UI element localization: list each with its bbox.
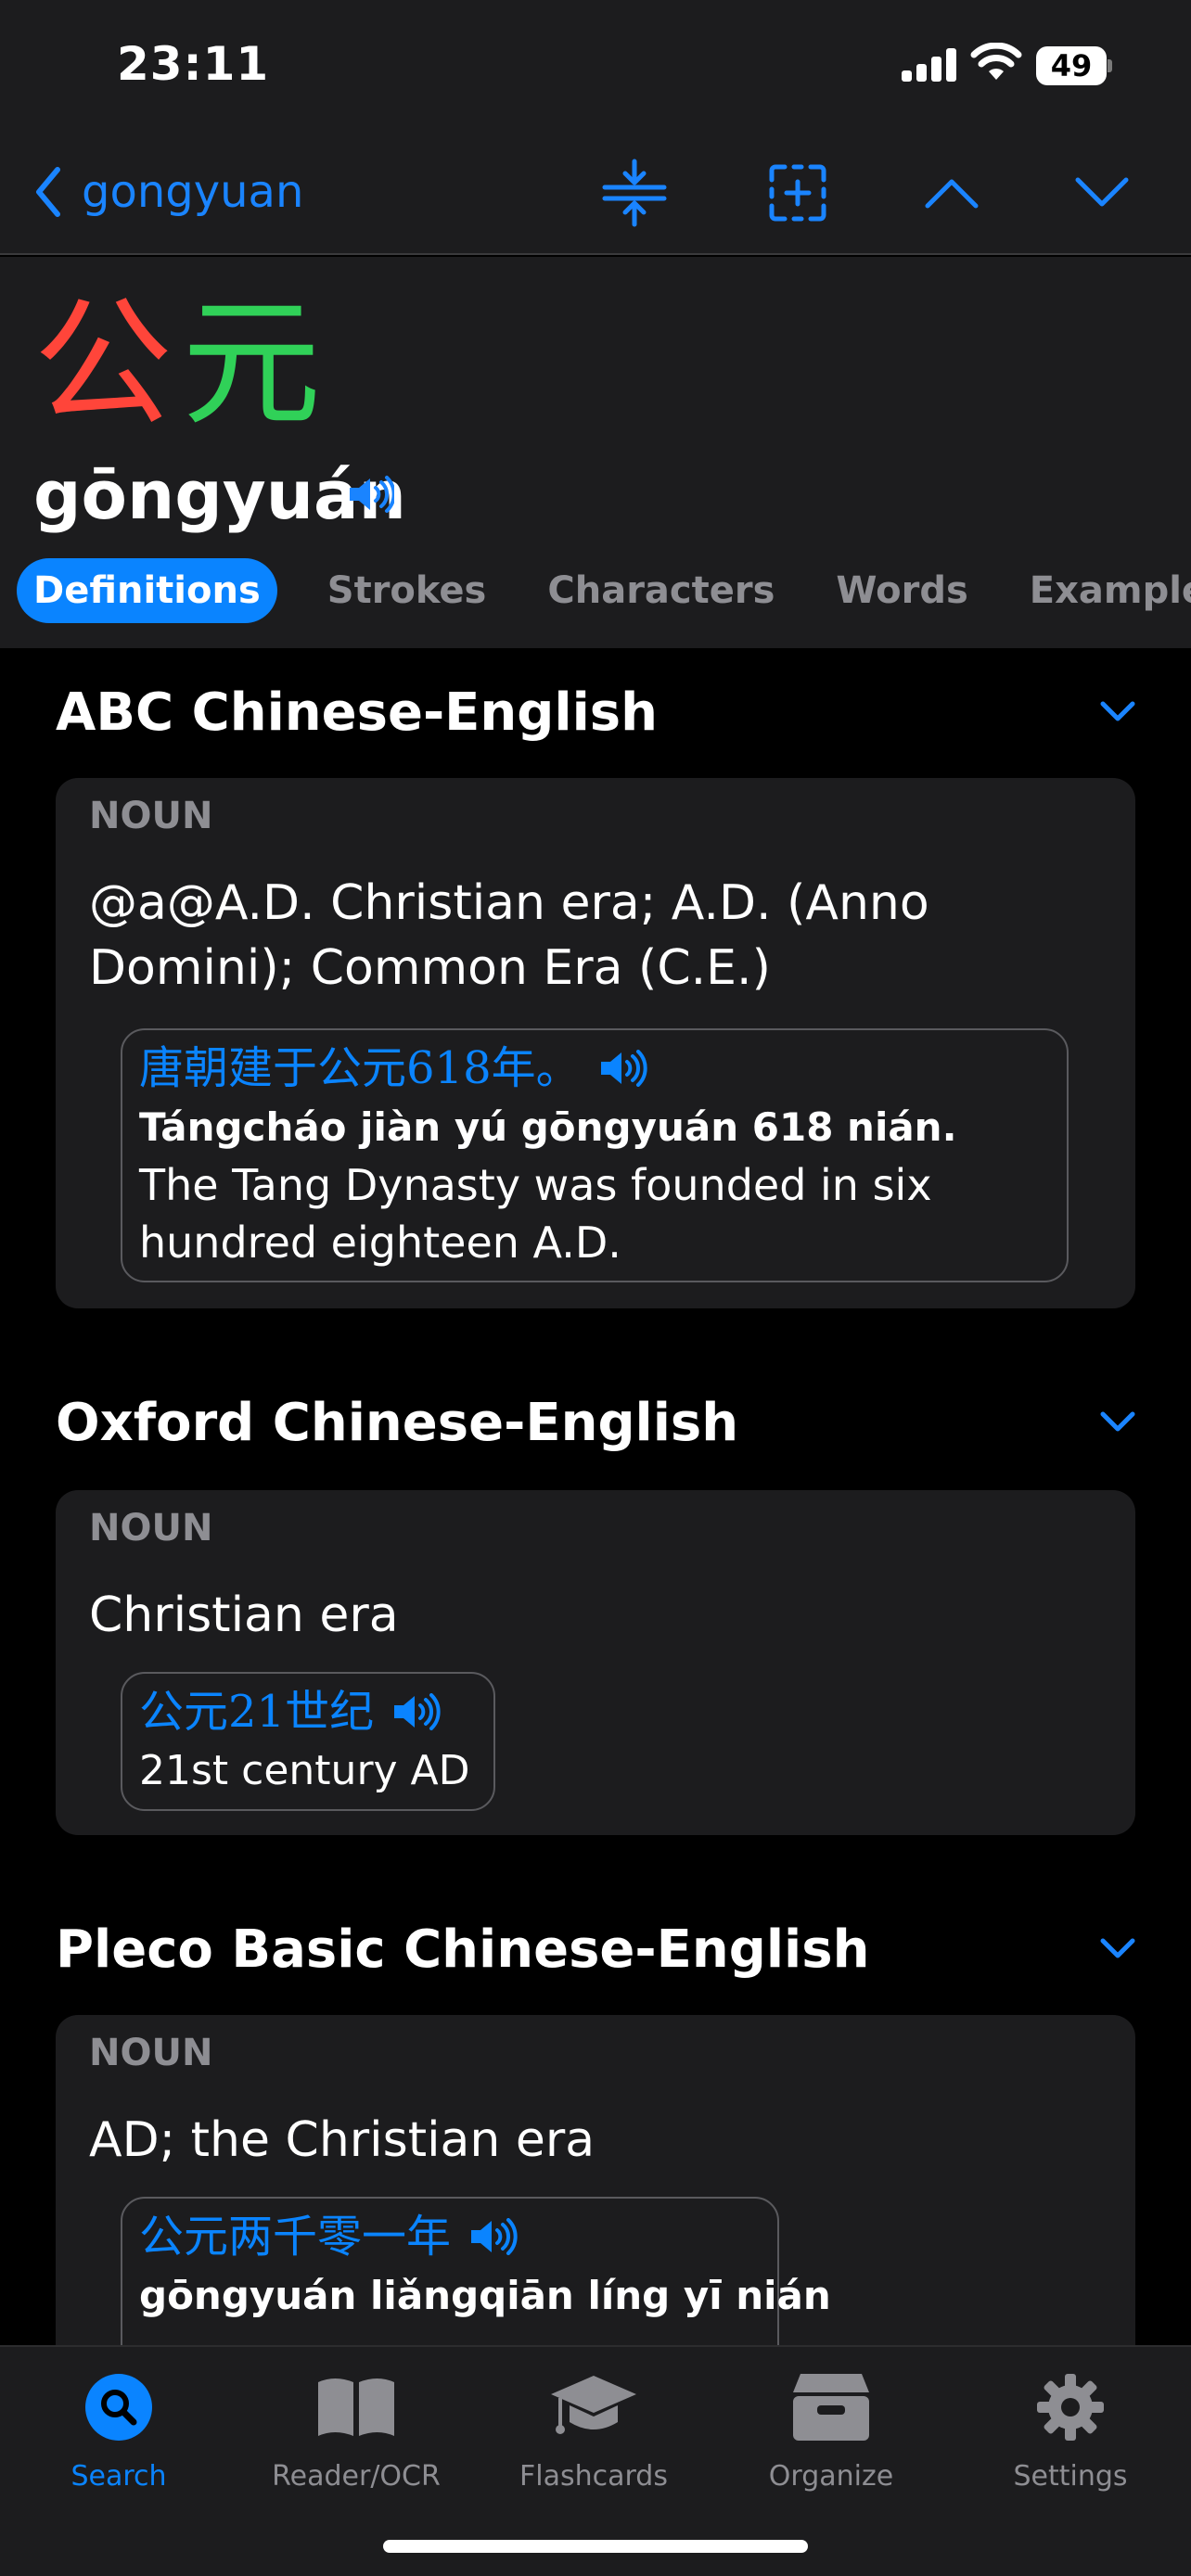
plus-square-icon <box>769 164 826 222</box>
tabbar-reader-ocr[interactable]: Reader/OCR <box>254 2366 458 2505</box>
speaker-icon[interactable] <box>392 1693 442 1730</box>
battery-level: 49 <box>1036 46 1107 85</box>
definition-card: NOUN AD; the Christian era 公元两千零一年 gōngy… <box>56 2015 1135 2345</box>
cellular-signal-icon <box>902 48 957 82</box>
tab-strokes[interactable]: Strokes <box>311 558 504 623</box>
example-chinese-text: 公元两千零一年 <box>139 2211 452 2263</box>
tabbar-label: Organize <box>768 2460 894 2493</box>
example-pinyin-pre: Tángcháo jiàn yú <box>139 1104 521 1150</box>
back-button[interactable]: gongyuan <box>33 159 303 224</box>
example-chinese: 公元21世纪 <box>139 1681 477 1742</box>
dictionary-section-oxford: Oxford Chinese-English NOUN Christian er… <box>56 1386 1135 1835</box>
tabbar-label: Search <box>70 2460 167 2493</box>
graduation-cap-icon <box>551 2376 636 2434</box>
search-icon <box>85 2374 152 2441</box>
navigation-bar: gongyuan <box>0 139 1191 255</box>
collapse-chevron-icon[interactable] <box>1100 700 1135 722</box>
example-box[interactable]: 唐朝建于公元618年。 Tángcháo jiàn yú gōngyuán 61… <box>121 1028 1069 1282</box>
gear-icon <box>1037 2374 1104 2441</box>
definition-text: Christian era <box>89 1588 399 1643</box>
book-icon <box>318 2378 394 2436</box>
speaker-icon[interactable] <box>469 2218 519 2255</box>
example-pinyin-key: gōngyuán <box>139 2273 357 2318</box>
tabbar-label: Reader/OCR <box>272 2460 441 2493</box>
example-pinyin: Tángcháo jiàn yú gōngyuán 618 nián. <box>139 1099 1050 1156</box>
definition-text: AD; the Christian era <box>89 2112 596 2168</box>
split-view-button[interactable] <box>599 158 670 228</box>
entry-tabs: Definitions Strokes Characters Words Exa… <box>17 558 1191 623</box>
tab-characters[interactable]: Characters <box>531 558 791 623</box>
speaker-icon[interactable] <box>599 1050 649 1087</box>
headword-char-1[interactable]: 公 <box>33 284 173 445</box>
battery-icon: 49 <box>1036 46 1112 85</box>
example-pinyin-post: 618 nián. <box>738 1104 957 1150</box>
back-label: gongyuan <box>82 166 304 218</box>
definitions-content[interactable]: ABC Chinese-English NOUN @a@A.D. Christi… <box>0 648 1191 2345</box>
dictionary-title: Oxford Chinese-English <box>56 1393 739 1453</box>
tabbar-label: Flashcards <box>519 2460 668 2493</box>
definition-card: NOUN Christian era 公元21世纪 21st century A… <box>56 1490 1135 1835</box>
dictionary-section-abc: ABC Chinese-English NOUN @a@A.D. Christi… <box>56 676 1135 1308</box>
example-pinyin: gōngyuán liǎngqiān líng yī nián <box>139 2267 831 2325</box>
example-chinese: 唐朝建于公元618年。 <box>139 1038 1050 1099</box>
example-english: 21st century AD <box>139 1747 470 1794</box>
headword-characters: 公元 <box>33 290 321 439</box>
previous-entry-button[interactable] <box>916 158 987 228</box>
example-chinese-text: 唐朝建于公元618年。 <box>139 1042 581 1094</box>
headword-char-2[interactable]: 元 <box>182 284 321 445</box>
chevron-left-icon <box>36 167 60 217</box>
tab-definitions[interactable]: Definitions <box>17 558 277 623</box>
tab-examples[interactable]: Examples <box>1013 558 1191 623</box>
dictionary-title: ABC Chinese-English <box>56 682 658 743</box>
dictionary-section-pleco-basic: Pleco Basic Chinese-English NOUN AD; the… <box>56 1913 1135 2345</box>
dictionary-title: Pleco Basic Chinese-English <box>56 1919 870 1980</box>
example-chinese-text: 公元21世纪 <box>139 1686 375 1738</box>
entry-header: 公元 gōngyuán Definitions Strokes Characte… <box>0 257 1191 648</box>
example-english: The Tang Dynasty was founded in six hund… <box>139 1160 932 1268</box>
status-time: 23:11 <box>117 37 270 91</box>
speaker-icon[interactable] <box>348 475 394 514</box>
definition-text: @a@A.D. Christian era; A.D. (Anno Domini… <box>89 875 929 996</box>
tabbar-label: Settings <box>1013 2460 1128 2493</box>
wifi-icon <box>970 43 1022 80</box>
example-box[interactable]: 公元两千零一年 gōngyuán liǎngqiān líng yī nián <box>121 2197 831 2345</box>
compress-vertical-icon <box>602 159 667 227</box>
chevron-down-icon <box>1075 177 1129 207</box>
example-box[interactable]: 公元21世纪 21st century AD <box>121 1672 495 1811</box>
tabbar-flashcards[interactable]: Flashcards <box>492 2366 696 2505</box>
example-pinyin-key: gōngyuán <box>520 1104 739 1150</box>
part-of-speech: NOUN <box>89 795 213 837</box>
part-of-speech: NOUN <box>89 1507 213 1549</box>
example-pinyin-post: liǎngqiān líng yī nián <box>356 2273 831 2318</box>
status-bar: 23:11 49 <box>0 0 1191 139</box>
definition-card: NOUN @a@A.D. Christian era; A.D. (Anno D… <box>56 778 1135 1308</box>
tabbar-settings[interactable]: Settings <box>968 2366 1172 2505</box>
add-to-flashcards-button[interactable] <box>762 158 833 228</box>
next-entry-button[interactable] <box>1067 158 1137 228</box>
collapse-chevron-icon[interactable] <box>1100 1937 1135 1959</box>
collapse-chevron-icon[interactable] <box>1100 1410 1135 1433</box>
chevron-up-icon <box>925 179 979 209</box>
tabbar-search[interactable]: Search <box>17 2366 221 2505</box>
tabbar-organize[interactable]: Organize <box>729 2366 933 2505</box>
archive-box-icon <box>793 2374 869 2441</box>
tab-words[interactable]: Words <box>819 558 984 623</box>
part-of-speech: NOUN <box>89 2032 213 2074</box>
example-chinese: 公元两千零一年 <box>139 2206 761 2267</box>
home-indicator[interactable] <box>383 2540 808 2553</box>
